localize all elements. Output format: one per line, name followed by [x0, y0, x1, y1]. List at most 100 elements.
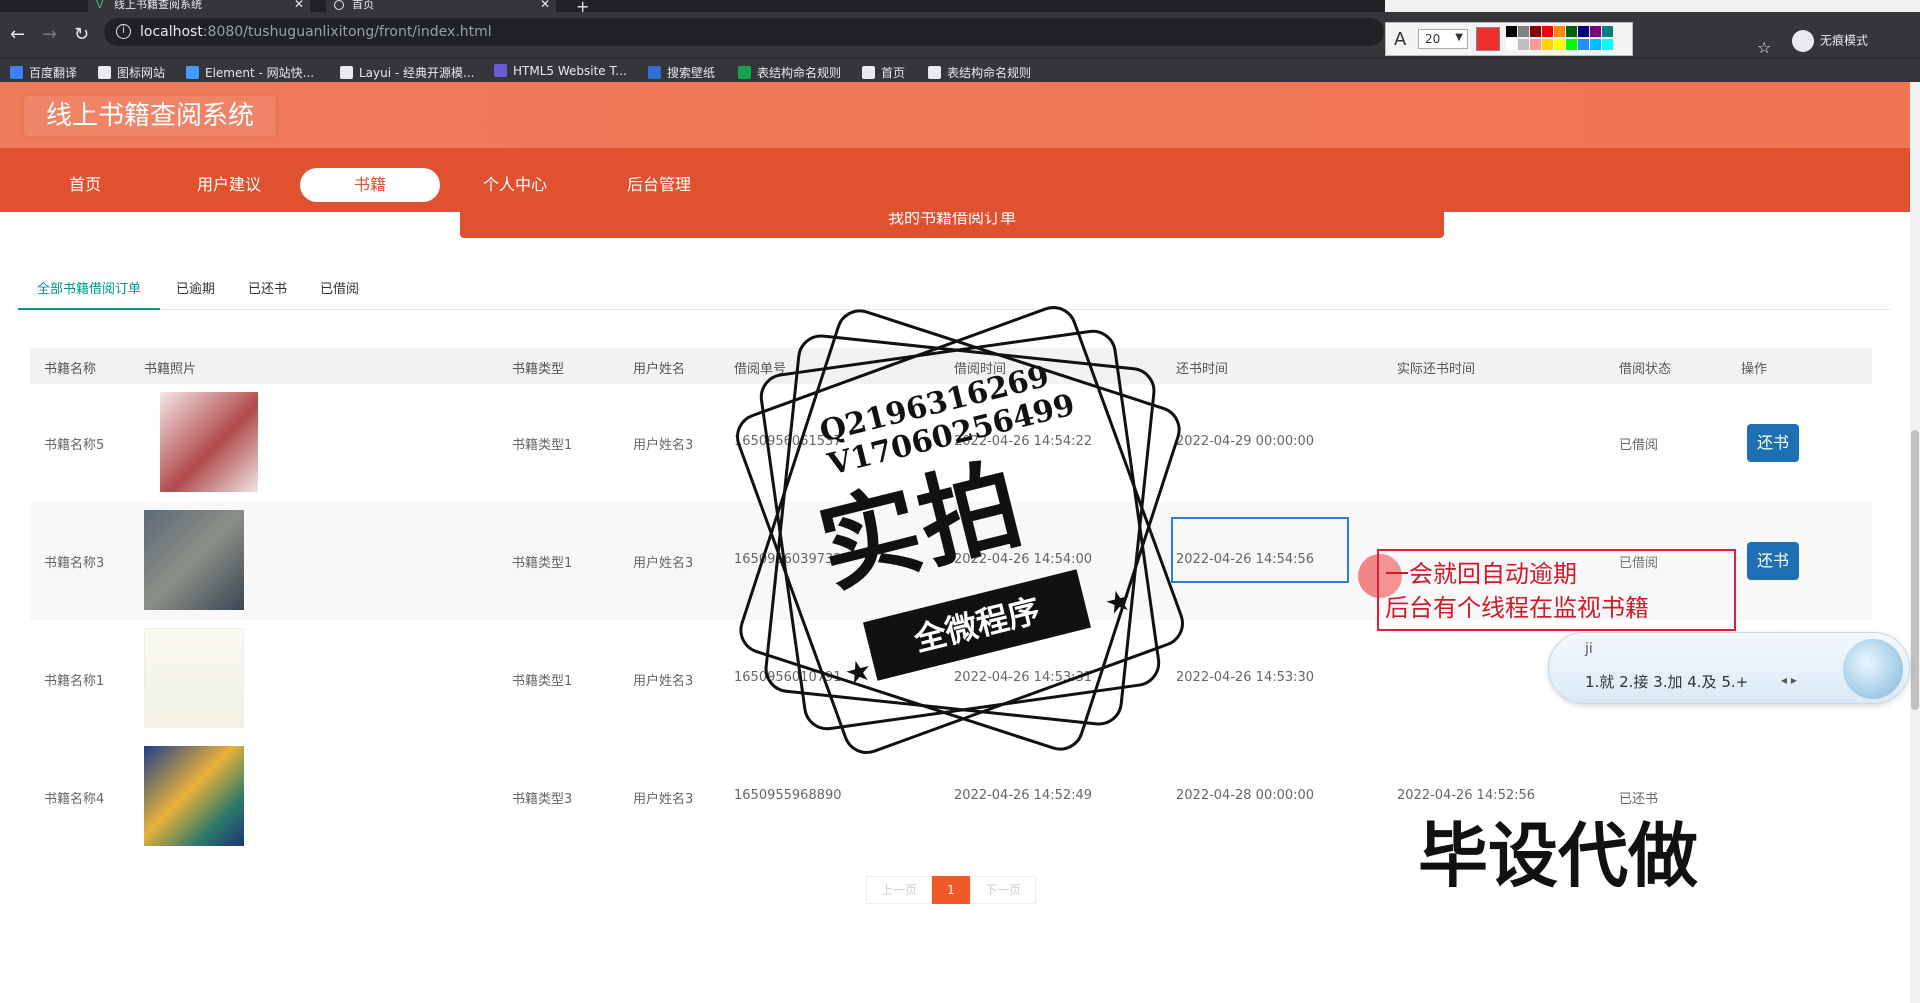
color-swatch[interactable]: [1518, 39, 1529, 50]
url-text[interactable]: localhost:8080/tushuguanlixitong/front/i…: [140, 24, 492, 40]
browser-tab-home[interactable]: 首页 ✕: [326, 0, 556, 12]
nav-suggestions[interactable]: 用户建议: [184, 168, 274, 202]
color-swatch[interactable]: [1542, 39, 1553, 50]
forward-arrow-icon[interactable]: →: [42, 26, 57, 44]
bookmark-item[interactable]: Element - 网站快...: [186, 64, 314, 81]
bookmark-item[interactable]: 图标网站: [98, 64, 165, 81]
color-swatch[interactable]: [1506, 39, 1517, 50]
return-book-button[interactable]: 还书: [1747, 424, 1799, 462]
bookmark-star-icon[interactable]: ☆: [1757, 38, 1771, 57]
bookmarks-bar: 百度翻译 图标网站 Element - 网站快... Layui - 经典开源模...…: [0, 58, 1920, 82]
bookmark-favicon-icon: [98, 66, 111, 79]
color-swatch[interactable]: [1530, 26, 1541, 37]
bookmark-favicon-icon: [648, 66, 661, 79]
bookmark-item[interactable]: 百度翻译: [10, 64, 77, 81]
color-swatch[interactable]: [1506, 26, 1517, 37]
color-swatch[interactable]: [1566, 39, 1577, 50]
bookmark-item[interactable]: HTML5 Website T...: [494, 64, 627, 78]
annotation-toolbar[interactable]: [1385, 0, 1920, 12]
bookmark-label: 表结构命名规则: [757, 66, 842, 80]
ime-logo-icon: [1843, 639, 1903, 699]
note-line: 后台有个线程在监视书籍: [1385, 594, 1649, 622]
page-1-button[interactable]: 1: [932, 876, 970, 904]
bookmark-item[interactable]: 首页: [862, 64, 905, 81]
tab-returned[interactable]: 已还书: [248, 278, 287, 310]
bookmark-favicon-icon: [928, 66, 941, 79]
tab-close-icon[interactable]: ✕: [540, 0, 550, 10]
cell-user-name: 用户姓名3: [633, 556, 694, 571]
address-bar[interactable]: i localhost:8080/tushuguanlixitong/front…: [104, 18, 1384, 46]
bookmark-favicon-icon: [10, 66, 23, 79]
browser-tab-system[interactable]: V 线上书籍查阅系统 ✕: [88, 0, 310, 12]
tab-borrowed[interactable]: 已借阅: [320, 278, 359, 310]
font-size-select[interactable]: 20 ▼: [1418, 29, 1468, 49]
color-swatch[interactable]: [1578, 39, 1589, 50]
site-title: 线上书籍查阅系统: [24, 96, 277, 136]
bookmark-label: Layui - 经典开源模...: [359, 66, 475, 80]
incognito-badge[interactable]: 无痕模式: [1792, 30, 1868, 52]
nav-profile[interactable]: 个人中心: [470, 168, 560, 202]
back-arrow-icon[interactable]: ←: [10, 26, 25, 44]
current-color-swatch[interactable]: [1476, 27, 1500, 51]
highlight-box: [1171, 517, 1349, 583]
bookmark-label: 图标网站: [117, 66, 166, 80]
scrollbar-thumb[interactable]: [1911, 430, 1919, 710]
next-page-button[interactable]: 下一页: [970, 876, 1036, 904]
cell-due-time: 2022-04-29 00:00:00: [1176, 434, 1315, 449]
bookmark-item[interactable]: 搜索壁纸: [648, 64, 715, 81]
annotation-note[interactable]: 一会就回自动逾期 后台有个线程在监视书籍: [1377, 549, 1736, 631]
nav-home[interactable]: 首页: [40, 168, 130, 202]
vue-icon: V: [96, 0, 104, 11]
tab-title: 首页: [352, 0, 374, 11]
color-swatch[interactable]: [1518, 26, 1529, 37]
bookmark-favicon-icon: [186, 66, 199, 79]
bookmark-favicon-icon: [494, 64, 507, 77]
bookmark-label: 表结构命名规则: [947, 66, 1032, 80]
color-swatch[interactable]: [1590, 26, 1601, 37]
color-swatch[interactable]: [1578, 26, 1589, 37]
col-book-name: 书籍名称: [44, 362, 97, 377]
col-status: 借阅状态: [1619, 362, 1672, 377]
bookmark-favicon-icon: [340, 66, 353, 79]
bookmark-item[interactable]: 表结构命名规则: [738, 64, 841, 81]
tab-overdue[interactable]: 已逾期: [176, 278, 215, 310]
tab-close-icon[interactable]: ✕: [294, 0, 304, 10]
annotation-text-panel[interactable]: A 20 ▼: [1385, 22, 1633, 56]
bookmark-item[interactable]: 表结构命名规则: [928, 64, 1031, 81]
nav-books[interactable]: 书籍: [300, 168, 440, 202]
page-banner: 我的书籍借阅订单: [460, 212, 1444, 238]
color-swatch[interactable]: [1602, 39, 1613, 50]
color-swatch[interactable]: [1554, 26, 1565, 37]
color-swatch[interactable]: [1566, 26, 1577, 37]
info-icon[interactable]: i: [116, 24, 131, 39]
ime-page-arrows[interactable]: ◂ ▸: [1781, 673, 1797, 687]
return-book-button[interactable]: 还书: [1747, 542, 1799, 580]
color-swatch[interactable]: [1602, 26, 1613, 37]
bookmark-label: 搜索壁纸: [667, 66, 716, 80]
ime-candidate-window[interactable]: ji 1.就 2.接 3.加 4.及 5.+ ◂ ▸: [1548, 632, 1910, 704]
cell-book-name: 书籍名称1: [44, 674, 105, 689]
bookmark-label: 首页: [881, 66, 906, 80]
color-swatch[interactable]: [1530, 39, 1541, 50]
cell-book-name: 书籍名称4: [44, 792, 105, 807]
color-swatch[interactable]: [1554, 39, 1565, 50]
col-book-type: 书籍类型: [512, 362, 565, 377]
cell-user-name: 用户姓名3: [633, 792, 694, 807]
color-swatch[interactable]: [1542, 26, 1553, 37]
book-cover: [144, 628, 244, 728]
cell-due-time: 2022-04-28 00:00:00: [1176, 788, 1315, 803]
tab-all-orders[interactable]: 全部书籍借阅订单: [18, 278, 160, 310]
prev-page-button[interactable]: 上一页: [866, 876, 932, 904]
book-cover: [144, 510, 244, 610]
site-header: 线上书籍查阅系统: [0, 82, 1910, 148]
bookmark-item[interactable]: Layui - 经典开源模...: [340, 64, 474, 81]
cell-due-time: 2022-04-26 14:53:30: [1176, 670, 1315, 685]
reload-icon[interactable]: ↻: [74, 26, 89, 44]
cell-order-no: 1650955968890: [734, 788, 842, 803]
ime-candidates[interactable]: 1.就 2.接 3.加 4.及 5.+: [1585, 671, 1748, 692]
color-swatch[interactable]: [1590, 39, 1601, 50]
nav-admin[interactable]: 后台管理: [614, 168, 704, 202]
text-tool-icon[interactable]: A: [1394, 29, 1406, 50]
cell-user-name: 用户姓名3: [633, 674, 694, 689]
watermark-stamp: Q2196316269 V17060256499 实拍 全微程序 ★ ★: [725, 295, 1195, 765]
